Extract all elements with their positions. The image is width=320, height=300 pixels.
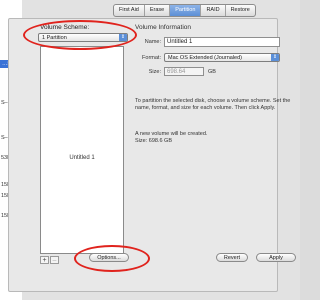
partition-name-label: Untitled 1 (69, 155, 95, 161)
revert-button[interactable]: Revert (216, 253, 248, 262)
tab-raid[interactable]: RAID (201, 5, 226, 16)
add-partition-button[interactable]: + (40, 256, 49, 264)
format-label: Format: (142, 55, 161, 61)
format-value: Mac OS Extended (Journaled) (168, 55, 242, 61)
new-volume-size: Size: 698.6 GB (135, 138, 172, 144)
size-label: Size: (148, 69, 161, 75)
format-select[interactable]: Mac OS Extended (Journaled) ⇕ (164, 53, 280, 62)
size-field[interactable]: 698.64 (164, 67, 204, 76)
name-field[interactable]: Untitled 1 (164, 37, 280, 47)
tab-bar: First Aid Erase Partition RAID Restore (113, 4, 256, 17)
highlight-circle-volume-scheme (23, 20, 137, 50)
name-label: Name: (144, 39, 161, 45)
tab-partition[interactable]: Partition (170, 5, 202, 16)
new-volume-line: A new volume will be created. (135, 131, 208, 137)
options-button[interactable]: Options... (89, 253, 129, 262)
size-unit: GB (208, 69, 216, 75)
tab-restore[interactable]: Restore (226, 5, 255, 16)
tab-erase[interactable]: Erase (145, 5, 171, 16)
apply-button[interactable]: Apply (256, 253, 296, 262)
remove-partition-button[interactable]: – (50, 256, 59, 264)
chevron-updown-icon: ⇕ (271, 54, 279, 61)
volume-information-title: Volume Information (135, 24, 192, 31)
partition-description: To partition the selected disk, choose a… (135, 98, 291, 111)
partition-layout-box[interactable]: Untitled 1 (40, 46, 124, 254)
tab-first-aid[interactable]: First Aid (114, 5, 145, 16)
new-volume-note: A new volume will be created. Size: 698.… (135, 131, 207, 145)
